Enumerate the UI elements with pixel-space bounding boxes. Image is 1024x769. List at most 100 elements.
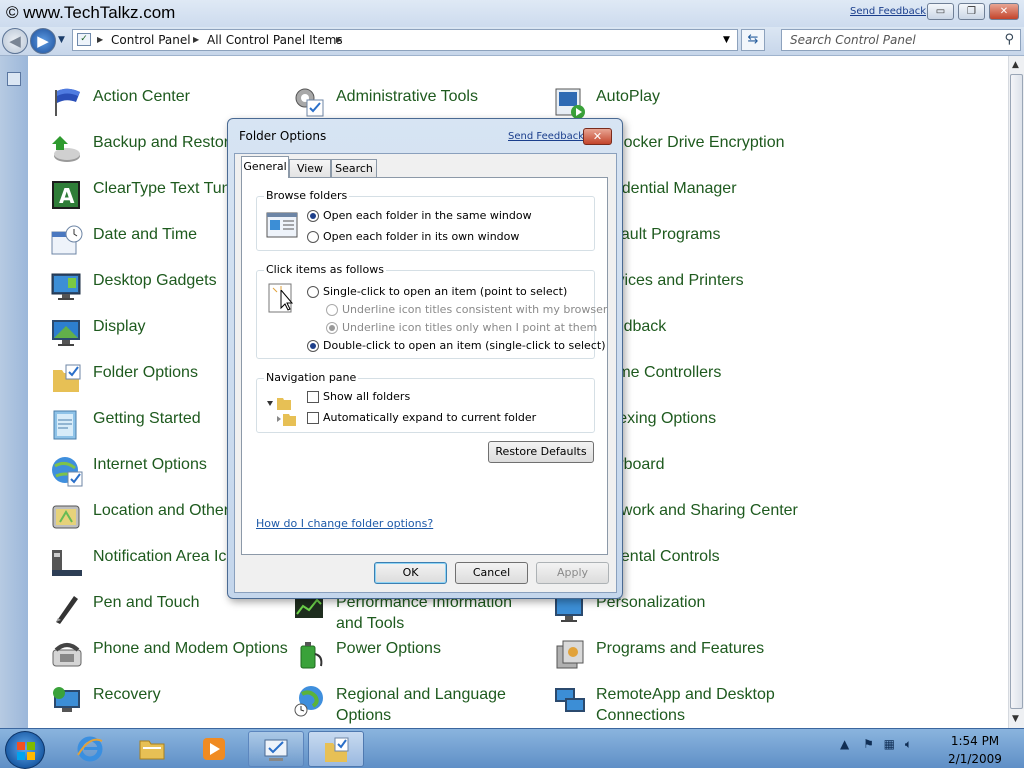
left-strip bbox=[0, 56, 28, 728]
network-icon[interactable]: ▦ bbox=[884, 737, 895, 751]
admin-tools-icon bbox=[293, 86, 327, 120]
window-preview-icon bbox=[266, 211, 298, 239]
taskbar-explorer[interactable] bbox=[124, 731, 180, 767]
breadcrumb-separator-icon[interactable]: ▶ bbox=[97, 30, 103, 50]
taskbar-folder-options[interactable] bbox=[308, 731, 364, 767]
cp-item[interactable]: Power Options bbox=[293, 638, 533, 682]
click-items-group: Click items as follows Single-click to o… bbox=[256, 263, 607, 359]
own-window-radio[interactable] bbox=[307, 231, 319, 243]
breadcrumb-all-items[interactable]: All Control Panel Items bbox=[207, 30, 343, 50]
cp-item-label: Action Center bbox=[93, 88, 190, 105]
scrollbar-thumb[interactable] bbox=[1010, 74, 1023, 709]
underline-point-radio[interactable] bbox=[326, 322, 338, 334]
title-bar: © www.TechTalkz.com Send Feedback ▭ ❐ ✕ bbox=[0, 0, 1024, 27]
back-button[interactable]: ◀ bbox=[2, 28, 28, 54]
cancel-button[interactable]: Cancel bbox=[455, 562, 528, 584]
power-icon bbox=[293, 638, 327, 672]
cp-item-label: Personalization bbox=[596, 594, 706, 611]
cp-item-label: RemoteApp and Desktop Connections bbox=[596, 686, 775, 724]
taskbar-media-player[interactable] bbox=[186, 731, 242, 767]
click-items-label: Click items as follows bbox=[264, 263, 386, 276]
globe-icon bbox=[293, 684, 327, 718]
help-link[interactable]: How do I change folder options? bbox=[256, 517, 433, 530]
breadcrumb-control-panel[interactable]: Control Panel bbox=[111, 30, 191, 50]
backup-icon bbox=[50, 132, 84, 166]
address-dropdown-icon[interactable]: ▼ bbox=[723, 30, 730, 50]
search-input[interactable]: Search Control Panel ⚲ bbox=[781, 29, 1021, 51]
dialog-title: Folder Options bbox=[239, 129, 327, 143]
cp-item-label: Network and Sharing Center bbox=[596, 502, 798, 519]
same-window-label[interactable]: Open each folder in the same window bbox=[323, 209, 532, 223]
dialog-close-button[interactable]: ✕ bbox=[583, 128, 612, 145]
breadcrumb-separator-icon[interactable]: ▶ bbox=[336, 30, 342, 50]
browse-folders-label: Browse folders bbox=[264, 189, 350, 202]
cp-item[interactable]: Phone and Modem Options bbox=[50, 638, 290, 682]
cp-item-label: Devices and Printers bbox=[596, 272, 744, 289]
own-window-label[interactable]: Open each folder in its own window bbox=[323, 230, 519, 244]
clock[interactable]: 1:54 PM 2/1/2009 bbox=[940, 732, 1010, 768]
single-click-label[interactable]: Single-click to open an item (point to s… bbox=[323, 285, 567, 299]
recovery-icon bbox=[50, 684, 84, 718]
show-hidden-icons-icon[interactable]: ▲ bbox=[840, 737, 849, 751]
control-panel-icon bbox=[263, 736, 291, 764]
tab-general[interactable]: General bbox=[241, 156, 289, 178]
general-tab-panel: Browse folders Open each folder in the s… bbox=[241, 177, 608, 555]
maximize-button[interactable]: ❐ bbox=[958, 3, 985, 20]
ok-button[interactable]: OK bbox=[374, 562, 447, 584]
address-bar[interactable]: ✓ ▶ Control Panel ▶ All Control Panel It… bbox=[72, 29, 738, 51]
recent-pages-dropdown-icon[interactable]: ▼ bbox=[58, 35, 65, 45]
send-feedback-link[interactable]: Send Feedback bbox=[850, 6, 926, 17]
auto-expand-label[interactable]: Automatically expand to current folder bbox=[323, 411, 536, 425]
cp-item[interactable]: Regional and Language Options bbox=[293, 684, 533, 728]
cp-item[interactable]: Programs and Features bbox=[553, 638, 793, 682]
vertical-scrollbar[interactable]: ▲ ▼ bbox=[1008, 56, 1024, 728]
folder-options-icon bbox=[50, 362, 84, 396]
cp-item-label: Game Controllers bbox=[596, 364, 722, 381]
single-click-radio[interactable] bbox=[307, 286, 319, 298]
gadgets-icon bbox=[50, 270, 84, 304]
control-panel-icon: ✓ bbox=[77, 33, 91, 46]
volume-icon[interactable]: 🔈︎ bbox=[905, 737, 912, 751]
scroll-down-icon[interactable]: ▼ bbox=[1012, 714, 1019, 724]
show-all-folders-label[interactable]: Show all folders bbox=[323, 390, 410, 404]
double-click-label[interactable]: Double-click to open an item (single-cli… bbox=[323, 339, 605, 353]
folder-tree-icon bbox=[267, 392, 297, 428]
start-button[interactable] bbox=[5, 731, 45, 769]
display-icon bbox=[50, 316, 84, 350]
taskbar-internet-explorer[interactable] bbox=[62, 731, 118, 767]
close-button[interactable]: ✕ bbox=[989, 3, 1019, 20]
forward-button[interactable]: ▶ bbox=[30, 28, 56, 54]
search-icon[interactable]: ⚲ bbox=[1004, 30, 1014, 50]
view-toggle-icon[interactable] bbox=[7, 72, 21, 86]
tab-view[interactable]: View bbox=[289, 159, 331, 178]
cp-item[interactable]: Recovery bbox=[50, 684, 290, 728]
internet-options-icon bbox=[50, 454, 84, 488]
cp-item-label: Programs and Features bbox=[596, 640, 765, 657]
navigation-pane-label: Navigation pane bbox=[264, 371, 359, 384]
minimize-button[interactable]: ▭ bbox=[927, 3, 954, 20]
internet-explorer-icon bbox=[76, 735, 104, 763]
windows-logo-icon bbox=[17, 742, 35, 760]
taskbar-control-panel[interactable] bbox=[248, 731, 304, 767]
navigation-bar: ◀ ▶ ▼ ✓ ▶ Control Panel ▶ All Control Pa… bbox=[0, 27, 1024, 56]
double-click-radio[interactable] bbox=[307, 340, 319, 352]
media-player-icon bbox=[200, 735, 228, 763]
dialog-send-feedback-link[interactable]: Send Feedback bbox=[508, 131, 584, 142]
same-window-radio[interactable] bbox=[307, 210, 319, 222]
cp-item[interactable]: RemoteApp and Desktop Connections bbox=[553, 684, 793, 728]
back-arrow-icon: ◀ bbox=[9, 32, 21, 50]
refresh-button[interactable]: ⇆ bbox=[741, 29, 765, 51]
apply-button[interactable]: Apply bbox=[536, 562, 609, 584]
restore-defaults-button[interactable]: Restore Defaults bbox=[488, 441, 594, 463]
show-all-folders-checkbox[interactable] bbox=[307, 391, 319, 403]
clock-date: 2/1/2009 bbox=[948, 752, 1002, 766]
clock-time: 1:54 PM bbox=[950, 734, 1000, 748]
pen-icon bbox=[50, 592, 84, 626]
action-center-icon[interactable]: ⚑ bbox=[863, 737, 874, 751]
auto-expand-checkbox[interactable] bbox=[307, 412, 319, 424]
tab-search[interactable]: Search bbox=[331, 159, 377, 178]
underline-browser-radio[interactable] bbox=[326, 304, 338, 316]
scroll-up-icon[interactable]: ▲ bbox=[1012, 60, 1019, 70]
breadcrumb-separator-icon[interactable]: ▶ bbox=[193, 30, 199, 50]
cp-item-label: Indexing Options bbox=[596, 410, 717, 427]
